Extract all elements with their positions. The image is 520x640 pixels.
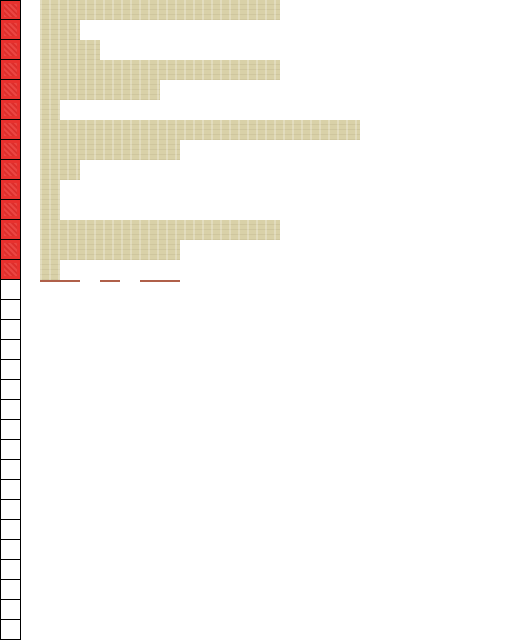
- gutter-marker-cell: [0, 20, 21, 40]
- gutter-empty-cell: [0, 440, 21, 460]
- gutter-marker-cell: [0, 220, 21, 240]
- gutter-marker-cell: [0, 180, 21, 200]
- redacted-line: [40, 120, 360, 140]
- gutter-empty-cell: [0, 340, 21, 360]
- gutter-empty-cell: [0, 320, 21, 340]
- redacted-line: [40, 160, 80, 180]
- underline-mark: [140, 280, 180, 282]
- gutter-marker-cell: [0, 120, 21, 140]
- redacted-line: [40, 220, 280, 240]
- gutter-marker-cell: [0, 200, 21, 220]
- gutter-marker-cell: [0, 60, 21, 80]
- gutter-empty-cell: [0, 580, 21, 600]
- gutter-empty-cell: [0, 300, 21, 320]
- gutter-empty-cell: [0, 600, 21, 620]
- gutter-marker-cell: [0, 100, 21, 120]
- redacted-line: [40, 140, 180, 160]
- gutter-empty-cell: [0, 540, 21, 560]
- gutter-empty-cell: [0, 400, 21, 420]
- redacted-line: [40, 240, 180, 260]
- gutter-empty-cell: [0, 420, 21, 440]
- redacted-line: [40, 180, 60, 200]
- gutter-empty-cell: [0, 560, 21, 580]
- redacted-line: [40, 60, 280, 80]
- gutter-empty-cell: [0, 360, 21, 380]
- redacted-text-area: [40, 0, 520, 640]
- line-gutter: [0, 0, 21, 640]
- redacted-line: [40, 200, 60, 220]
- gutter-marker-cell: [0, 160, 21, 180]
- redacted-line: [40, 100, 60, 120]
- gutter-empty-cell: [0, 280, 21, 300]
- gutter-empty-cell: [0, 380, 21, 400]
- gutter-empty-cell: [0, 500, 21, 520]
- gutter-marker-cell: [0, 40, 21, 60]
- redacted-line: [40, 80, 160, 100]
- redacted-line: [40, 0, 280, 20]
- gutter-marker-cell: [0, 80, 21, 100]
- underline-mark: [100, 280, 120, 282]
- gutter-marker-cell: [0, 260, 21, 280]
- gutter-empty-cell: [0, 480, 21, 500]
- gutter-marker-cell: [0, 0, 21, 20]
- gutter-empty-cell: [0, 460, 21, 480]
- gutter-empty-cell: [0, 620, 21, 640]
- gutter-marker-cell: [0, 140, 21, 160]
- redacted-line: [40, 40, 100, 60]
- redacted-line: [40, 20, 80, 40]
- redacted-line: [40, 260, 60, 280]
- gutter-marker-cell: [0, 240, 21, 260]
- underline-mark: [40, 280, 80, 282]
- gutter-empty-cell: [0, 520, 21, 540]
